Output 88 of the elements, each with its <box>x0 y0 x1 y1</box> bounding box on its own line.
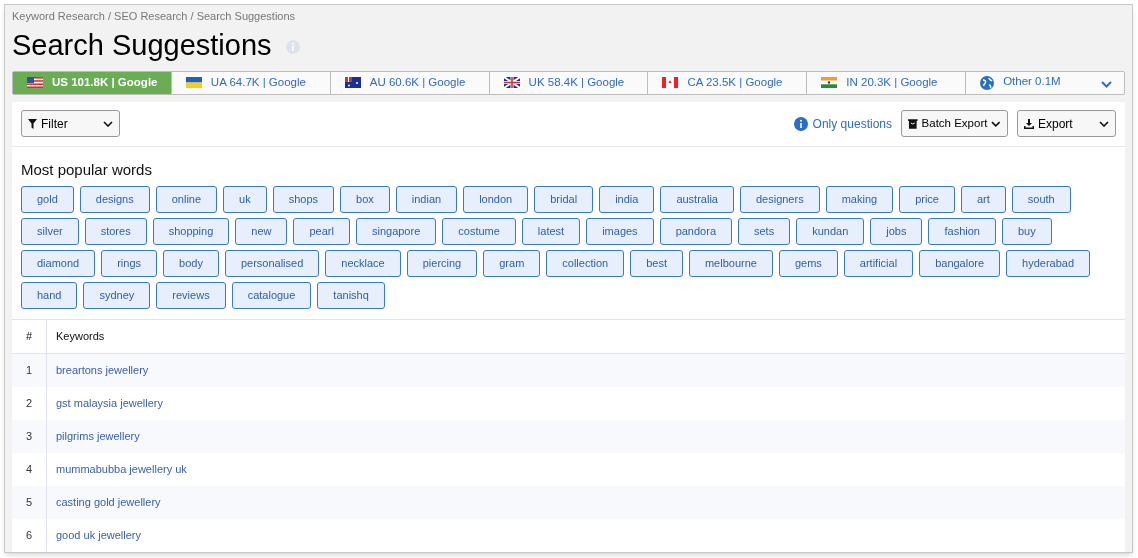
word-chip[interactable]: box <box>340 186 390 213</box>
word-chip[interactable]: reviews <box>156 282 226 309</box>
flag-icon <box>27 77 43 88</box>
word-chip[interactable]: diamond <box>21 250 96 277</box>
batch-export-dropdown[interactable]: Batch Export <box>901 110 1008 137</box>
word-chip[interactable]: buy <box>1001 218 1052 245</box>
word-chip[interactable]: pearl <box>293 218 350 245</box>
info-icon <box>793 116 808 131</box>
keyword-link[interactable]: good uk jewellery <box>56 527 141 544</box>
info-icon[interactable] <box>285 39 300 54</box>
chevron-down-icon <box>1101 81 1112 88</box>
word-chip[interactable]: gems <box>778 250 838 277</box>
word-chip[interactable]: necklace <box>325 250 401 277</box>
flag-icon <box>821 77 838 88</box>
flag-icon <box>662 77 679 88</box>
word-chip[interactable]: indian <box>395 186 458 213</box>
country-tab[interactable]: Other 0.1M <box>965 71 1124 94</box>
word-chip[interactable]: images <box>586 218 654 245</box>
section-heading: Most popular words <box>21 159 152 180</box>
word-chip[interactable]: australia <box>660 186 734 213</box>
word-chip[interactable]: sets <box>738 218 791 245</box>
chevron-down-icon <box>1099 120 1109 127</box>
page-title: Search Suggestions <box>12 27 272 62</box>
column-header: Keywords <box>55 329 105 345</box>
word-chip[interactable]: bangalore <box>919 250 1001 277</box>
word-chip[interactable]: gram <box>483 250 541 277</box>
word-chip[interactable]: shops <box>272 186 335 213</box>
word-chip[interactable]: designers <box>739 186 820 213</box>
word-chip[interactable]: collection <box>546 250 625 277</box>
word-chip[interactable]: personalised <box>224 250 320 277</box>
word-chip[interactable]: catalogue <box>231 282 312 309</box>
only-questions-link[interactable]: Only questions <box>812 114 892 133</box>
word-chip[interactable]: silver <box>21 218 79 245</box>
download-icon <box>1024 118 1034 129</box>
word-chip[interactable]: fashion <box>928 218 996 245</box>
word-chip[interactable]: best <box>630 250 683 277</box>
filter-dropdown[interactable]: Filter <box>21 110 120 137</box>
word-chip[interactable]: jobs <box>870 218 923 245</box>
keyword-link[interactable]: gst malaysia jewellery <box>56 395 163 412</box>
word-chip[interactable]: pandora <box>659 218 732 245</box>
word-chip[interactable]: costume <box>442 218 516 245</box>
word-chip[interactable]: india <box>599 186 655 213</box>
country-tab[interactable]: AU 60.6K | Google <box>329 71 489 94</box>
word-chip[interactable]: hand <box>21 282 78 309</box>
flag-icon <box>185 77 202 88</box>
word-chip[interactable]: kundan <box>796 218 865 245</box>
word-chip[interactable]: sydney <box>83 282 151 309</box>
word-chip[interactable]: bridal <box>534 186 594 213</box>
row-number: 6 <box>12 519 47 552</box>
word-chip[interactable]: melbourne <box>688 250 773 277</box>
word-chip[interactable]: artificial <box>843 250 914 277</box>
column-header: # <box>12 320 47 353</box>
flag-icon <box>344 77 361 88</box>
word-chip[interactable]: london <box>463 186 529 213</box>
flag-icon <box>503 77 520 88</box>
word-chip[interactable]: art <box>960 186 1006 213</box>
word-chip[interactable]: hyderabad <box>1006 250 1091 277</box>
globe-icon <box>980 75 995 90</box>
word-chip[interactable]: tanishq <box>317 282 385 309</box>
filter-icon <box>28 118 37 129</box>
keyword-link[interactable]: breartons jewellery <box>56 362 149 379</box>
word-chip[interactable]: rings <box>101 250 158 277</box>
word-chip[interactable]: new <box>235 218 288 245</box>
keyword-link[interactable]: casting gold jewellery <box>56 494 161 511</box>
country-tab[interactable]: IN 20.3K | Google <box>806 71 966 94</box>
chevron-down-icon <box>991 120 1001 127</box>
word-chip[interactable]: gold <box>21 186 74 213</box>
word-chip[interactable]: stores <box>84 218 147 245</box>
keyword-link[interactable]: mummabubba jewellery uk <box>56 461 187 478</box>
breadcrumb: Keyword Research / SEO Research / Search Suggestions <box>12 9 296 24</box>
word-chip[interactable]: south <box>1011 186 1071 213</box>
word-chip[interactable]: designs <box>79 186 150 213</box>
export-dropdown[interactable]: Export <box>1017 110 1116 137</box>
word-chip[interactable]: latest <box>521 218 581 245</box>
chevron-down-icon <box>103 120 113 127</box>
word-chip[interactable]: piercing <box>406 250 478 277</box>
country-tab[interactable]: UA 64.7K | Google <box>170 71 330 94</box>
country-tab[interactable]: CA 23.5K | Google <box>647 71 807 94</box>
word-chip[interactable]: uk <box>223 186 267 213</box>
word-chip[interactable]: online <box>155 186 218 213</box>
country-tab[interactable]: UK 58.4K | Google <box>488 71 648 94</box>
word-chip[interactable]: shopping <box>152 218 230 245</box>
bag-icon <box>908 118 918 129</box>
word-chip[interactable]: singapore <box>355 218 437 245</box>
word-chip[interactable]: price <box>899 186 955 213</box>
word-chip[interactable]: making <box>825 186 894 213</box>
word-chip[interactable]: body <box>163 250 219 277</box>
keyword-link[interactable]: pilgrims jewellery <box>56 428 140 445</box>
